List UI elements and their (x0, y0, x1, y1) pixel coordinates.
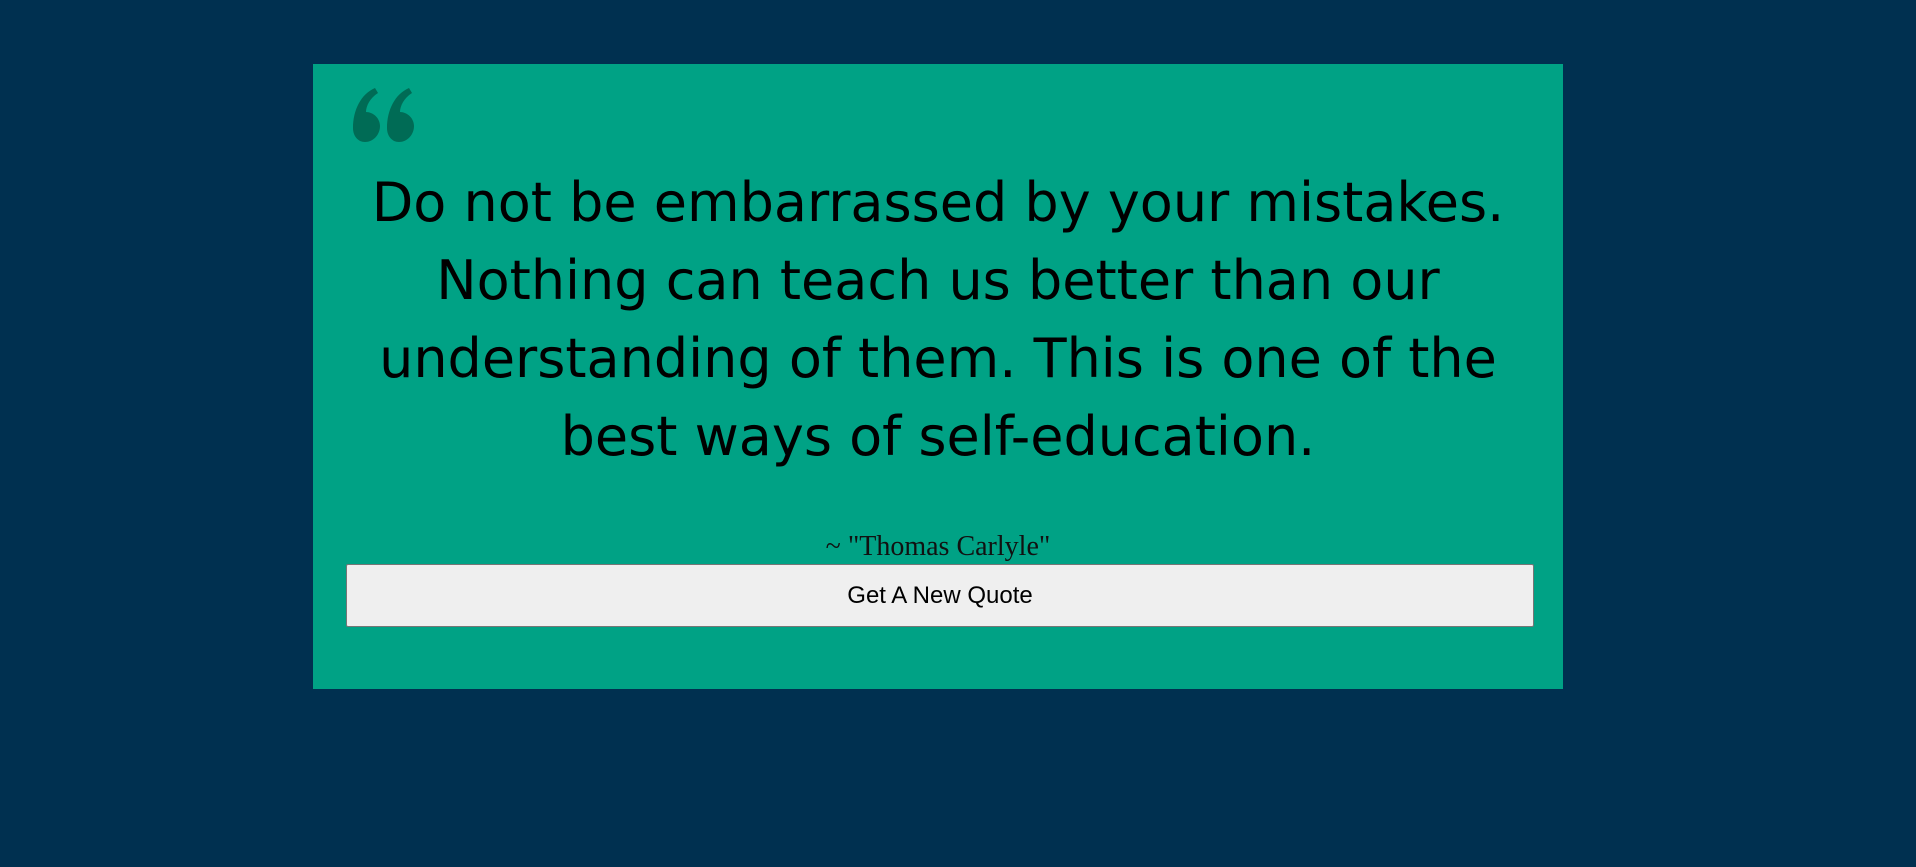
quote-text: Do not be embarrassed by your mistakes. … (371, 171, 1505, 468)
quote-left-icon (353, 88, 414, 142)
quote-author: ~ "Thomas Carlyle" (825, 531, 1051, 562)
new-quote-button[interactable]: Get A New Quote (346, 564, 1534, 627)
quote-box: Do not be embarrassed by your mistakes. … (313, 64, 1563, 689)
